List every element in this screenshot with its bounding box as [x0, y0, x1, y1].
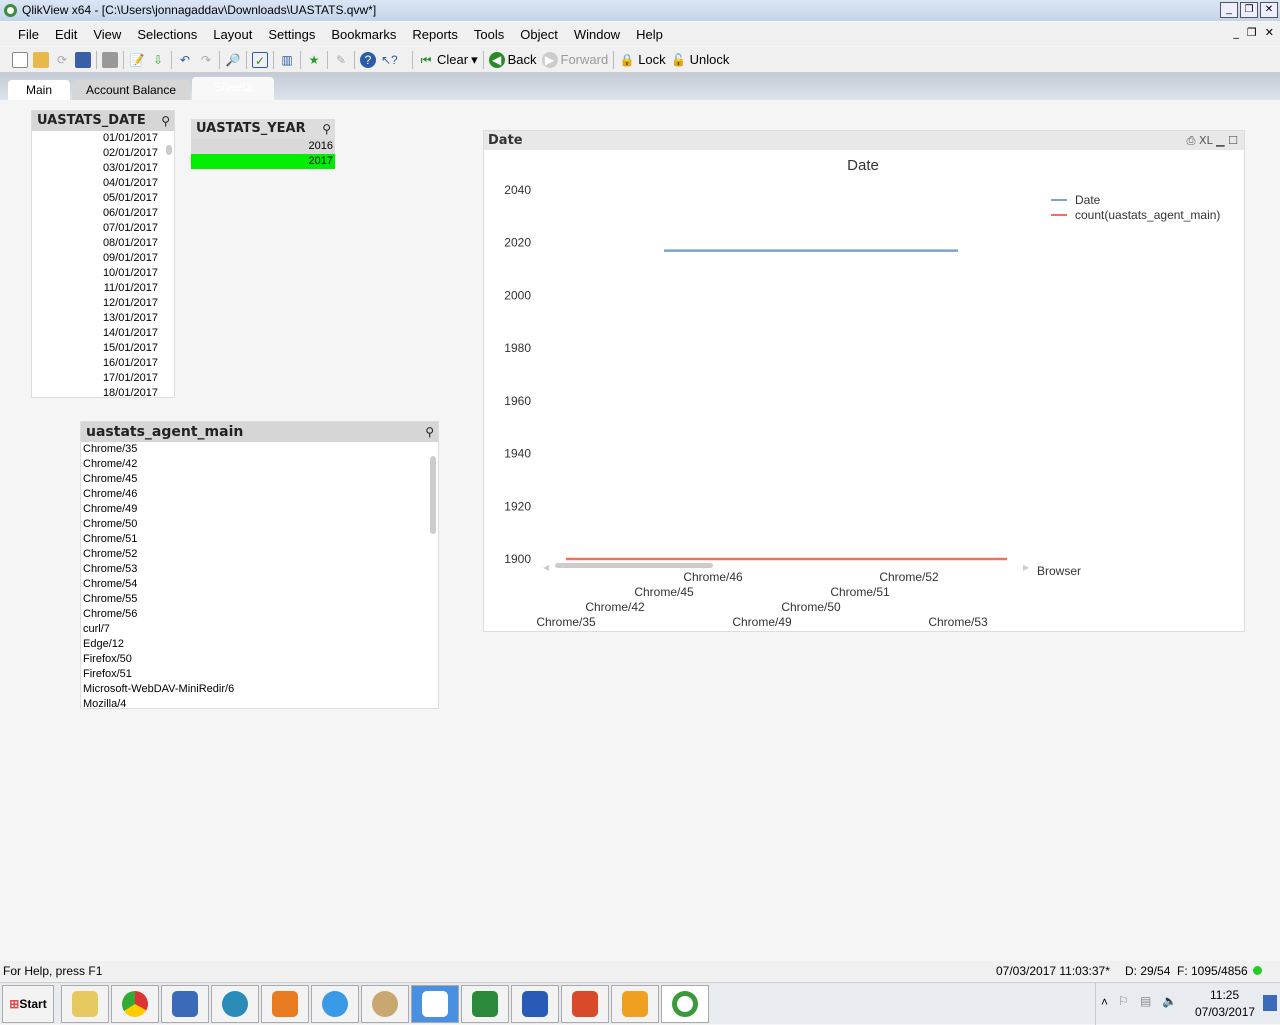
- folder-icon: [72, 991, 98, 1017]
- explorer-taskbar-button[interactable]: [61, 985, 109, 1023]
- legend-label: Date: [1075, 193, 1101, 207]
- chart-title: Date: [847, 157, 879, 174]
- status-bar: For Help, press F1 07/03/2017 11:03:37* …: [0, 961, 1280, 981]
- paint-taskbar-button[interactable]: [361, 985, 409, 1023]
- show-hidden-icons[interactable]: ˄: [1101, 995, 1108, 1009]
- excel-icon: [472, 991, 498, 1017]
- volume-icon[interactable]: 🔈: [1162, 994, 1177, 1008]
- scroll-left-arrow[interactable]: ◀: [543, 563, 550, 572]
- word-taskbar-button[interactable]: [511, 985, 559, 1023]
- status-timestamp: 07/03/2017 11:03:37*: [996, 961, 1110, 981]
- media-player-taskbar-button[interactable]: [261, 985, 309, 1023]
- x-axis-label: Browser: [1037, 564, 1081, 578]
- status-f: F: 1095/4856: [1177, 961, 1248, 981]
- x-tick-label: Chrome/53: [928, 615, 988, 629]
- x-tick-label: Chrome/45: [634, 585, 694, 599]
- y-tick-label: 2020: [504, 236, 531, 250]
- outlook-icon: [622, 991, 648, 1017]
- x-tick-label: Chrome/35: [536, 615, 596, 629]
- x-tick-label: Chrome/49: [732, 615, 792, 629]
- scroll-right-arrow[interactable]: ▶: [1023, 563, 1030, 572]
- remote-desktop-taskbar-button[interactable]: [161, 985, 209, 1023]
- y-tick-label: 1980: [504, 341, 531, 355]
- excel-taskbar-button[interactable]: [461, 985, 509, 1023]
- chart-plot: Date 1900 1920 1940 1960 1980 2000 2020 2040 Chro…: [0, 0, 1280, 1024]
- ie-taskbar-button[interactable]: [311, 985, 359, 1023]
- internet-explorer-icon: [322, 991, 348, 1017]
- x-tick-label: Chrome/51: [830, 585, 890, 599]
- remote-desktop-icon: [172, 991, 198, 1017]
- qlikview-taskbar-button[interactable]: [661, 985, 709, 1023]
- system-tray: ˄ ⚐ ▤ 🔈 11:25 07/03/2017: [1095, 983, 1280, 1025]
- y-tick-label: 1900: [504, 552, 531, 566]
- powerpoint-taskbar-button[interactable]: [561, 985, 609, 1023]
- y-tick-label: 1960: [504, 394, 531, 408]
- y-tick-label: 2000: [504, 288, 531, 302]
- windows-icon: ⊞: [9, 997, 19, 1011]
- x-tick-label: Chrome/50: [781, 600, 841, 614]
- powerpoint-icon: [572, 991, 598, 1017]
- y-tick-label: 1920: [504, 499, 531, 513]
- paint-icon: [372, 991, 398, 1017]
- clock-date[interactable]: 07/03/2017: [1195, 1005, 1255, 1019]
- chrome-taskbar-button[interactable]: [111, 985, 159, 1023]
- window-icon: [422, 991, 448, 1017]
- clock-time[interactable]: 11:25: [1210, 988, 1239, 1002]
- start-label: Start: [19, 997, 46, 1011]
- x-tick-label: Chrome/42: [585, 600, 645, 614]
- show-desktop-button[interactable]: [1263, 995, 1277, 1011]
- start-button[interactable]: ⊞Start: [2, 985, 54, 1023]
- chrome-icon: [122, 991, 148, 1017]
- media-player-icon: [272, 991, 298, 1017]
- x-tick-label: Chrome/52: [879, 570, 939, 584]
- taskbar: ⊞Start ˄ ⚐ ▤ 🔈 11:25 07/03/2017: [0, 982, 1280, 1024]
- app-icon: [222, 991, 248, 1017]
- status-help: For Help, press F1: [3, 961, 102, 981]
- qlikview-icon: [672, 991, 698, 1017]
- y-tick-label: 2040: [504, 183, 531, 197]
- status-d: D: 29/54: [1125, 961, 1170, 981]
- chart-scrollbar[interactable]: [555, 563, 713, 568]
- flag-icon[interactable]: ⚐: [1118, 994, 1129, 1008]
- app-taskbar-button[interactable]: [211, 985, 259, 1023]
- x-tick-label: Chrome/46: [683, 570, 743, 584]
- legend-label: count(uastats_agent_main): [1075, 208, 1220, 222]
- status-light-icon: [1253, 966, 1262, 975]
- word-icon: [522, 991, 548, 1017]
- outlook-taskbar-button[interactable]: [611, 985, 659, 1023]
- active-window-taskbar-button[interactable]: [411, 985, 459, 1023]
- y-tick-label: 1940: [504, 447, 531, 461]
- network-icon[interactable]: ▤: [1140, 994, 1151, 1008]
